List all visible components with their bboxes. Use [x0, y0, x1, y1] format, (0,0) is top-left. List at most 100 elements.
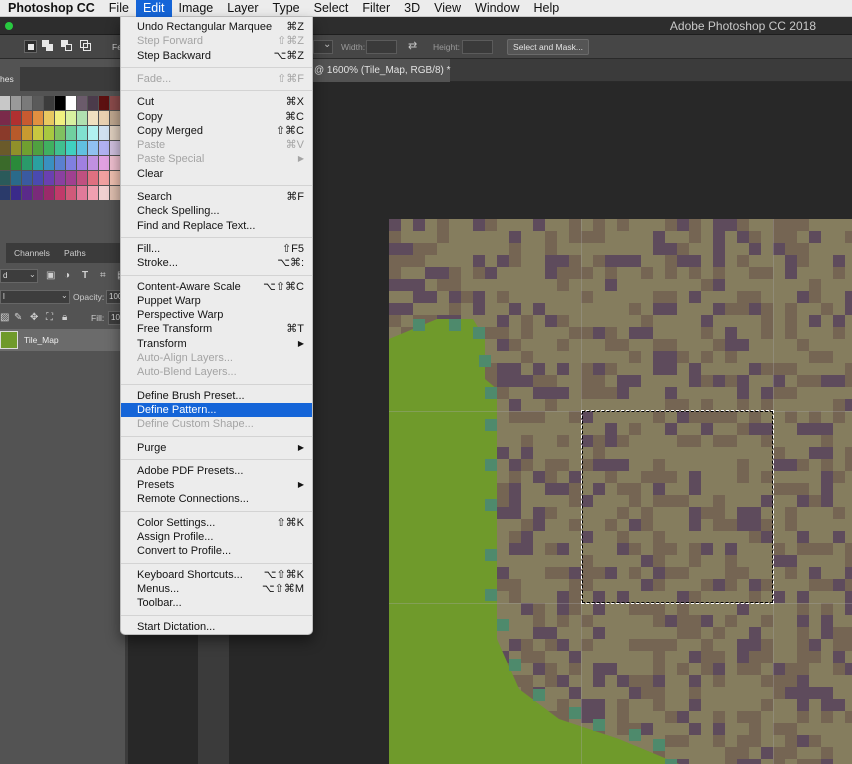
color-swatch[interactable] — [11, 96, 21, 110]
color-swatch[interactable] — [77, 141, 87, 155]
menu-item-adobe-pdf-presets[interactable]: Adobe PDF Presets... — [121, 464, 312, 478]
color-swatch[interactable] — [22, 141, 32, 155]
menu-item-presets[interactable]: Presets ▶ — [121, 478, 312, 492]
color-swatch[interactable] — [66, 186, 76, 200]
filter-pixel-icon[interactable]: ▣ — [46, 270, 55, 281]
color-swatch[interactable] — [44, 126, 54, 140]
color-swatch[interactable] — [33, 141, 43, 155]
color-swatch[interactable] — [44, 141, 54, 155]
color-swatch[interactable] — [88, 171, 98, 185]
color-swatch[interactable] — [44, 156, 54, 170]
color-swatch[interactable] — [55, 111, 65, 125]
color-swatch[interactable] — [77, 96, 87, 110]
menu-item-convert-to-profile[interactable]: Convert to Profile... — [121, 544, 312, 558]
lock-position-icon[interactable]: ✥ — [30, 312, 38, 323]
color-swatch[interactable] — [99, 141, 109, 155]
color-swatch[interactable] — [99, 186, 109, 200]
blend-mode-select[interactable]: l — [0, 290, 70, 304]
color-swatch[interactable] — [66, 96, 76, 110]
color-swatch[interactable] — [22, 156, 32, 170]
menu-item-define-brush-preset[interactable]: Define Brush Preset... — [121, 389, 312, 403]
height-input[interactable] — [462, 40, 493, 54]
menu-item-define-pattern[interactable]: Define Pattern... — [121, 402, 312, 417]
menu-item-stroke[interactable]: Stroke... ⌥⌘: — [121, 256, 312, 270]
color-swatch[interactable] — [22, 171, 32, 185]
menu-item-keyboard-shortcuts[interactable]: Keyboard Shortcuts... ⌥⇧⌘K — [121, 568, 312, 582]
menu-view[interactable]: View — [427, 0, 468, 17]
color-swatch[interactable] — [77, 186, 87, 200]
color-swatch[interactable] — [66, 126, 76, 140]
intersect-selection-icon[interactable] — [80, 40, 93, 53]
color-swatch[interactable] — [22, 126, 32, 140]
menu-window[interactable]: Window — [468, 0, 526, 17]
color-swatch[interactable] — [66, 141, 76, 155]
menu-app-photoshop[interactable]: Photoshop CC — [0, 0, 102, 17]
color-swatch[interactable] — [0, 126, 10, 140]
color-swatch[interactable] — [110, 96, 120, 110]
color-swatch[interactable] — [110, 186, 120, 200]
swap-width-height-icon[interactable]: ⇄ — [408, 39, 417, 52]
color-swatch[interactable] — [66, 111, 76, 125]
subtract-from-selection-icon[interactable] — [61, 40, 74, 53]
tab-channels[interactable]: Channels — [14, 248, 50, 258]
menu-image[interactable]: Image — [172, 0, 221, 17]
color-swatch[interactable] — [33, 156, 43, 170]
lock-transparent-icon[interactable]: ▨ — [0, 312, 9, 323]
filter-type-icon[interactable]: T — [82, 270, 88, 281]
menu-item-assign-profile[interactable]: Assign Profile... — [121, 530, 312, 544]
color-swatch[interactable] — [99, 171, 109, 185]
color-swatch[interactable] — [11, 126, 21, 140]
color-swatch[interactable] — [77, 126, 87, 140]
layer-name[interactable]: Tile_Map — [24, 335, 59, 345]
filter-adjustment-icon[interactable]: ◑ — [64, 270, 70, 281]
menu-layer[interactable]: Layer — [220, 0, 265, 17]
menu-item-find-and-replace-text[interactable]: Find and Replace Text... — [121, 219, 312, 233]
color-swatch[interactable] — [110, 126, 120, 140]
color-swatch[interactable] — [88, 186, 98, 200]
tab-paths[interactable]: Paths — [64, 248, 86, 258]
color-swatch[interactable] — [0, 96, 10, 110]
color-swatch[interactable] — [110, 171, 120, 185]
color-swatch[interactable] — [77, 111, 87, 125]
menu-item-search[interactable]: Search ⌘F — [121, 190, 312, 204]
menu-edit[interactable]: Edit — [135, 0, 172, 17]
menu-item-transform[interactable]: Transform ▶ — [121, 337, 312, 351]
menu-3d[interactable]: 3D — [397, 0, 427, 17]
color-swatch[interactable] — [55, 186, 65, 200]
tab-swatches[interactable]: hes — [0, 67, 20, 91]
menu-item-fill[interactable]: Fill... ⇧F5 — [121, 242, 312, 256]
color-swatch[interactable] — [99, 126, 109, 140]
color-swatch[interactable] — [55, 156, 65, 170]
color-swatch[interactable] — [99, 156, 109, 170]
menu-item-step-backward[interactable]: Step Backward ⌥⌘Z — [121, 49, 312, 63]
color-swatch[interactable] — [44, 186, 54, 200]
color-swatch[interactable] — [55, 141, 65, 155]
color-swatch[interactable] — [55, 171, 65, 185]
color-swatch[interactable] — [33, 171, 43, 185]
color-swatch[interactable] — [110, 141, 120, 155]
color-swatch[interactable] — [0, 141, 10, 155]
menu-select[interactable]: Select — [307, 0, 356, 17]
layer-row[interactable]: Tile_Map — [0, 329, 125, 351]
color-swatch[interactable] — [0, 111, 10, 125]
color-swatch[interactable] — [0, 156, 10, 170]
menu-item-perspective-warp[interactable]: Perspective Warp — [121, 308, 312, 322]
lock-all-icon[interactable]: 🔒︎ — [62, 312, 67, 323]
color-swatch[interactable] — [66, 171, 76, 185]
menu-item-puppet-warp[interactable]: Puppet Warp — [121, 294, 312, 308]
menu-item-remote-connections[interactable]: Remote Connections... — [121, 492, 312, 506]
color-swatch[interactable] — [0, 171, 10, 185]
color-swatch[interactable] — [33, 126, 43, 140]
new-selection-icon[interactable] — [24, 40, 37, 53]
color-swatch[interactable] — [77, 171, 87, 185]
color-swatch[interactable] — [99, 111, 109, 125]
lock-artboard-icon[interactable]: ⛶ — [46, 312, 53, 323]
color-swatch[interactable] — [110, 111, 120, 125]
menu-item-toolbar[interactable]: Toolbar... — [121, 596, 312, 610]
color-swatch[interactable] — [88, 141, 98, 155]
color-swatch[interactable] — [44, 111, 54, 125]
color-swatch[interactable] — [66, 156, 76, 170]
tab-layers[interactable] — [0, 243, 6, 263]
color-swatch[interactable] — [11, 156, 21, 170]
color-swatch[interactable] — [11, 141, 21, 155]
